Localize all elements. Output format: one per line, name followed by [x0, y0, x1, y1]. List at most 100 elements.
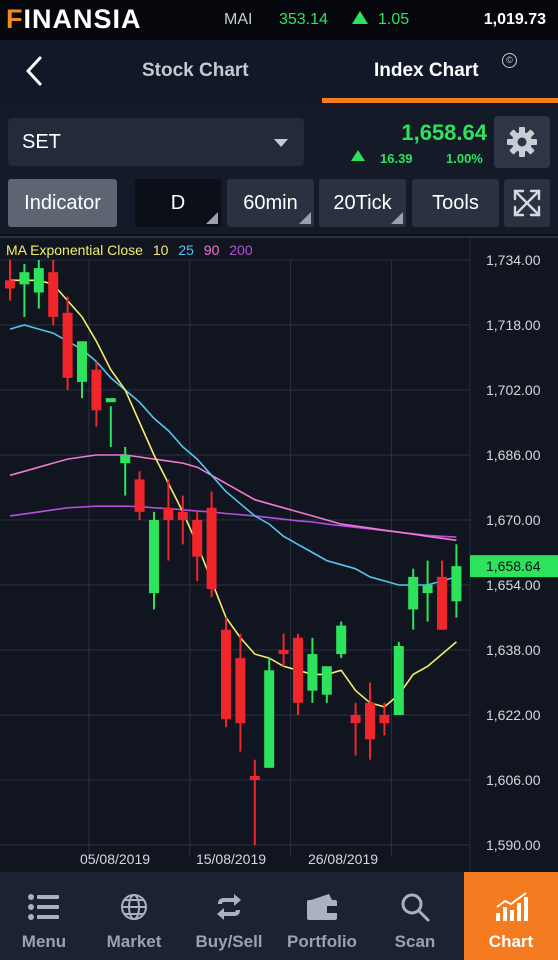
period-label-d: D	[170, 191, 186, 214]
candle-body	[206, 507, 217, 590]
y-tick-label: 1,670.00	[486, 512, 541, 528]
candle-body	[336, 625, 347, 655]
candle-body	[278, 650, 289, 655]
candle-body	[321, 666, 332, 695]
candle-body	[393, 645, 404, 715]
y-tick-label: 1,622.00	[486, 707, 541, 723]
legend-title: MA Exponential Close	[6, 242, 143, 258]
brand-rest: INANSIA	[23, 4, 142, 34]
candle-body	[163, 507, 174, 520]
tools-button[interactable]: Tools	[412, 179, 499, 227]
market-volume: 1,019.73	[483, 11, 546, 28]
candle-body	[422, 585, 433, 594]
menu-icon	[24, 890, 64, 924]
legend-ma-200: 200	[229, 242, 253, 258]
chevron-left-icon[interactable]	[20, 54, 50, 88]
candle-body	[120, 455, 131, 464]
tab-stock-chart[interactable]: Stock Chart	[142, 60, 249, 82]
candle-body	[62, 312, 73, 378]
globe-icon	[114, 890, 154, 924]
symbol-value: SET	[22, 131, 61, 153]
dropdown-corner-icon	[206, 212, 218, 224]
settings-button[interactable]	[494, 116, 550, 168]
ma-line-200	[9, 505, 457, 538]
chart-toolbar: Indicator D 60min 20Tick Tools	[0, 174, 558, 234]
status-bar: FINANSIA MAI 353.14 1.05 1,019.73	[0, 0, 558, 40]
market-up-arrow-icon	[352, 11, 368, 24]
period-button-60min[interactable]: 60min	[227, 179, 314, 227]
wallet-icon	[302, 890, 342, 924]
market-name: MAI	[224, 11, 253, 28]
last-price-tag-label: 1,658.64	[486, 558, 541, 574]
candle-body	[77, 341, 87, 382]
price-up-arrow-icon	[351, 150, 365, 161]
period-label-20tick: 20Tick	[333, 191, 392, 214]
candle-body	[437, 576, 447, 630]
nav-scan[interactable]: Scan	[366, 872, 464, 960]
candle-body	[48, 272, 59, 317]
nav-market-label: Market	[106, 932, 162, 951]
candle-body	[249, 775, 260, 780]
nav-market[interactable]: Market	[88, 872, 180, 960]
price-change: 16.39	[380, 151, 413, 166]
x-tick-label: 15/08/2019	[196, 851, 266, 867]
y-tick-label: 1,638.00	[486, 642, 541, 658]
y-tick-label: 1,702.00	[486, 382, 541, 398]
candlestick-chart[interactable]: 1,734.00 1,718.00 1,702.00 1,686.00 1,670.00…	[0, 238, 558, 872]
candle-body	[134, 479, 145, 512]
period-label-60min: 60min	[243, 191, 298, 214]
caret-down-icon	[274, 139, 288, 147]
candle-body	[221, 629, 231, 720]
bottom-nav: Menu Market Buy/Sell Portfolio Scan Char…	[0, 872, 558, 960]
price-change-percent: 1.00%	[446, 151, 483, 166]
candle-body	[235, 658, 246, 724]
tab-index-chart[interactable]: Index Chart	[374, 60, 479, 82]
dropdown-corner-icon	[299, 212, 311, 224]
symbol-select[interactable]: SET	[8, 118, 304, 166]
y-tick-label: 1,606.00	[486, 772, 541, 788]
candle-body	[149, 520, 159, 594]
y-tick-label: 1,686.00	[486, 447, 541, 463]
nav-portfolio[interactable]: Portfolio	[278, 872, 366, 960]
chart-icon	[491, 890, 531, 924]
active-tab-indicator	[322, 98, 558, 103]
candle-body	[350, 715, 361, 724]
candle-body	[33, 268, 44, 293]
nav-menu-label: Menu	[21, 932, 67, 951]
nav-menu[interactable]: Menu	[0, 872, 88, 960]
candle-body	[365, 702, 375, 740]
period-button-d[interactable]: D	[135, 179, 221, 227]
gear-icon	[507, 127, 537, 157]
nav-chart[interactable]: Chart	[464, 872, 558, 960]
nav-buy-sell[interactable]: Buy/Sell	[180, 872, 278, 960]
candle-body	[192, 520, 203, 557]
candle-body	[177, 511, 188, 520]
y-tick-label: 1,654.00	[486, 577, 541, 593]
fullscreen-icon	[513, 189, 541, 217]
candle-body	[105, 398, 116, 403]
swap-icon	[209, 890, 249, 924]
legend-ma-90: 90	[203, 242, 220, 258]
indicator-button[interactable]: Indicator	[8, 179, 117, 227]
candle-body	[293, 637, 303, 703]
chart-legend: MA Exponential Close 10 25 90 200	[6, 242, 259, 258]
period-button-20tick[interactable]: 20Tick	[319, 179, 406, 227]
candle-body	[379, 715, 390, 724]
last-price: 1,658.64	[401, 120, 487, 145]
candle-body	[5, 280, 15, 289]
search-icon	[395, 890, 435, 924]
header: Stock Chart Index Chart ©	[0, 40, 558, 104]
brand-logo: FINANSIA	[6, 4, 142, 34]
candle-body	[408, 576, 419, 610]
candle-body	[19, 272, 30, 285]
y-tick-label: 1,590.00	[486, 837, 541, 853]
nav-scan-label: Scan	[394, 932, 436, 951]
x-tick-label: 05/08/2019	[80, 851, 150, 867]
copyright-icon: ©	[502, 53, 517, 68]
chart-area[interactable]: 1,734.00 1,718.00 1,702.00 1,686.00 1,670.00…	[0, 236, 558, 872]
fullscreen-button[interactable]	[504, 179, 550, 227]
ma-line-10	[10, 279, 457, 708]
y-tick-label: 1,718.00	[486, 317, 541, 333]
candle-body	[307, 654, 318, 691]
candle-body	[451, 566, 462, 602]
